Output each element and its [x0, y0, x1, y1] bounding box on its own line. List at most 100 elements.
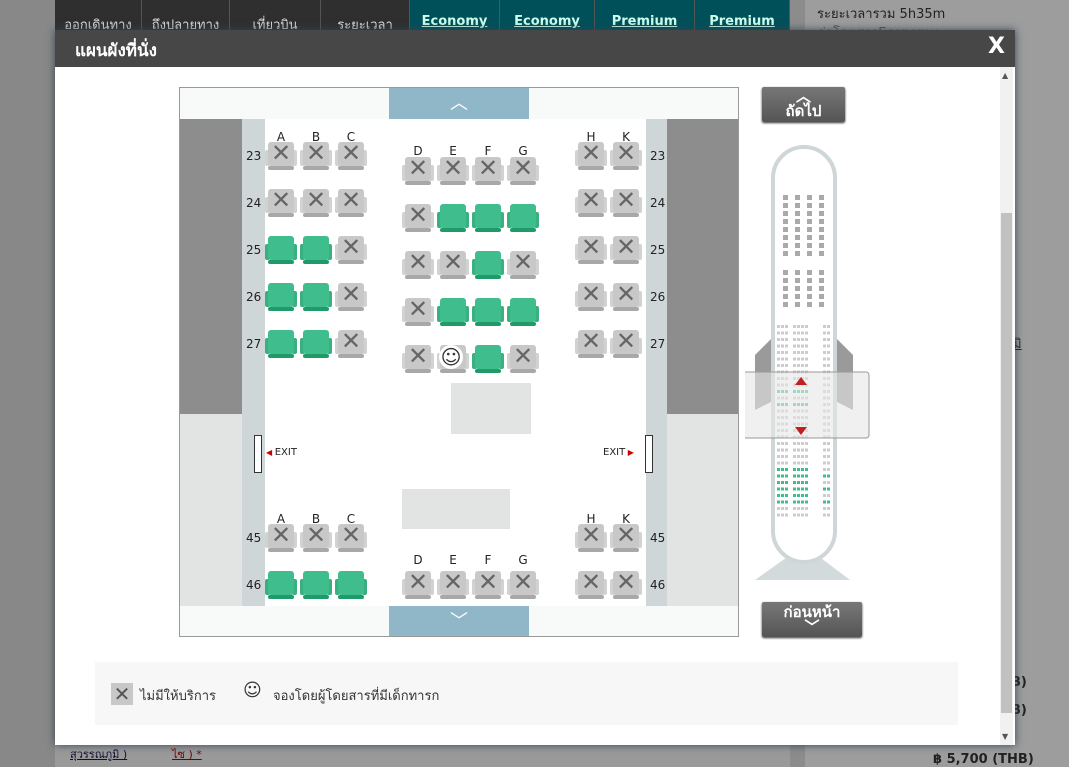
seat-26A[interactable] [265, 283, 297, 313]
seat-25F[interactable] [472, 251, 504, 281]
unavailable-icon: ✕ [580, 186, 602, 214]
close-button[interactable]: X [988, 34, 1005, 59]
row-number: 25 [246, 243, 262, 257]
bg-airport-link[interactable]: สุวรรณภูมิ ) [70, 745, 127, 763]
seat-46B[interactable] [300, 571, 332, 601]
unavailable-icon: ✕ [305, 521, 327, 549]
seat-24G[interactable] [507, 204, 539, 234]
total-price: ฿ 5,700 (THB) [933, 752, 1034, 767]
unavailable-icon: ✕ [580, 280, 602, 308]
seat-23E: ✕ [437, 154, 469, 187]
legend-unavailable: ไม่มีให้บริการ [140, 689, 216, 704]
unavailable-icon: ✕ [615, 280, 637, 308]
seat-46A[interactable] [265, 571, 297, 601]
unavailable-icon: ✕ [340, 327, 362, 355]
unavailable-icon: ✕ [270, 139, 292, 167]
seat-23F: ✕ [472, 154, 504, 187]
seat-46C[interactable] [335, 571, 367, 601]
seat-25A[interactable] [265, 236, 297, 266]
seat-46D: ✕ [402, 568, 434, 601]
row-number: 26 [246, 290, 262, 304]
next-button[interactable]: ︿ ถัดไป [762, 87, 845, 122]
seat-26E[interactable] [437, 298, 469, 328]
left-exit-label: ◀ EXIT [266, 447, 297, 458]
background-left [0, 0, 55, 767]
row-number: 24 [650, 196, 666, 210]
seat-46G: ✕ [507, 568, 539, 601]
scroll-up-button[interactable]: ︿ [389, 88, 529, 119]
row-number: 23 [650, 149, 666, 163]
seat-45A: ✕ [265, 521, 297, 554]
modal-scrollbar[interactable]: ▲ ▼ [1000, 67, 1013, 745]
right-wall [666, 119, 738, 414]
column-label: F [484, 553, 492, 567]
unavailable-icon: ✕ [615, 327, 637, 355]
seat-25E: ✕ [437, 248, 469, 281]
unavailable-icon: ✕ [270, 186, 292, 214]
seat-24D: ✕ [402, 201, 434, 234]
scrollbar-thumb[interactable] [1001, 213, 1012, 713]
unavailable-icon: ✕ [340, 521, 362, 549]
seat-24F[interactable] [472, 204, 504, 234]
seat-25C: ✕ [335, 233, 367, 266]
previous-button[interactable]: ก่อนหน้า ﹀ [762, 602, 862, 637]
unavailable-icon: ✕ [407, 201, 429, 229]
row-number: 45 [246, 531, 262, 545]
galley-block [451, 383, 531, 434]
scroll-down-icon[interactable]: ▼ [1002, 732, 1008, 741]
row-number: 46 [650, 578, 666, 592]
right-exit-label: EXIT ▶ [603, 447, 634, 458]
seat-24B: ✕ [300, 186, 332, 219]
seat-24C: ✕ [335, 186, 367, 219]
seat-map: ︿ ◀ EXIT EXIT ▶ A B C H K D E F G 23 23 ✕ ✕ ✕ ✕ ✕ ✕ ✕ ✕ ✕ 24… [179, 87, 739, 637]
unavailable-icon: ✕ [512, 154, 534, 182]
scroll-up-icon[interactable]: ▲ [1002, 71, 1008, 80]
seat-25K: ✕ [610, 233, 642, 266]
seat-23H: ✕ [575, 139, 607, 172]
chevron-down-icon: ﹀ [450, 611, 468, 632]
seat-26F[interactable] [472, 298, 504, 328]
seat-26D: ✕ [402, 295, 434, 328]
seat-27C: ✕ [335, 327, 367, 360]
seat-27B[interactable] [300, 330, 332, 360]
seat-24H: ✕ [575, 186, 607, 219]
row-number: 25 [650, 243, 666, 257]
seat-27F[interactable] [472, 345, 504, 375]
unavailable-icon: ✕ [442, 248, 464, 276]
scroll-down-button[interactable]: ﹀ [389, 606, 529, 636]
next-label: ถัดไป [785, 102, 822, 120]
unavailable-icon: ✕ [512, 248, 534, 276]
unavailable-icon: ✕ [442, 568, 464, 596]
seat-23G: ✕ [507, 154, 539, 187]
seat-27A[interactable] [265, 330, 297, 360]
unavailable-icon: ✕ [477, 568, 499, 596]
seat-26G[interactable] [507, 298, 539, 328]
unavailable-icon: ✕ [580, 139, 602, 167]
seat-25B[interactable] [300, 236, 332, 266]
unavailable-icon: ✕ [580, 568, 602, 596]
unavailable-icon: ✕ [512, 342, 534, 370]
bg-link-2[interactable]: ไซ ) * [172, 745, 202, 763]
column-label: D [413, 553, 423, 567]
row-number: 45 [650, 531, 666, 545]
unavailable-icon: ✕ [580, 521, 602, 549]
seat-24A: ✕ [265, 186, 297, 219]
seat-46E: ✕ [437, 568, 469, 601]
seat-24E[interactable] [437, 204, 469, 234]
column-label: E [449, 553, 457, 567]
seat-26B[interactable] [300, 283, 332, 313]
seat-25H: ✕ [575, 233, 607, 266]
cabin: ◀ EXIT EXIT ▶ A B C H K D E F G 23 23 ✕ ✕ ✕ ✕ ✕ ✕ ✕ ✕ ✕ 24 24… [180, 119, 738, 606]
unavailable-icon: ✕ [615, 521, 637, 549]
aircraft-minimap[interactable] [745, 145, 875, 585]
unavailable-icon: ✕ [580, 327, 602, 355]
seat-46F: ✕ [472, 568, 504, 601]
seat-25D: ✕ [402, 248, 434, 281]
right-exit-door [645, 435, 653, 473]
left-exit-door [254, 435, 262, 473]
seat-legend: ✕ ไม่มีให้บริการ ☺ จองโดยผู้โดยสารที่มีเ… [95, 662, 958, 725]
row-number: 26 [650, 290, 666, 304]
chevron-down-icon: ﹀ [804, 618, 820, 636]
unavailable-icon: ✕ [407, 154, 429, 182]
lavatory-block [402, 489, 510, 529]
